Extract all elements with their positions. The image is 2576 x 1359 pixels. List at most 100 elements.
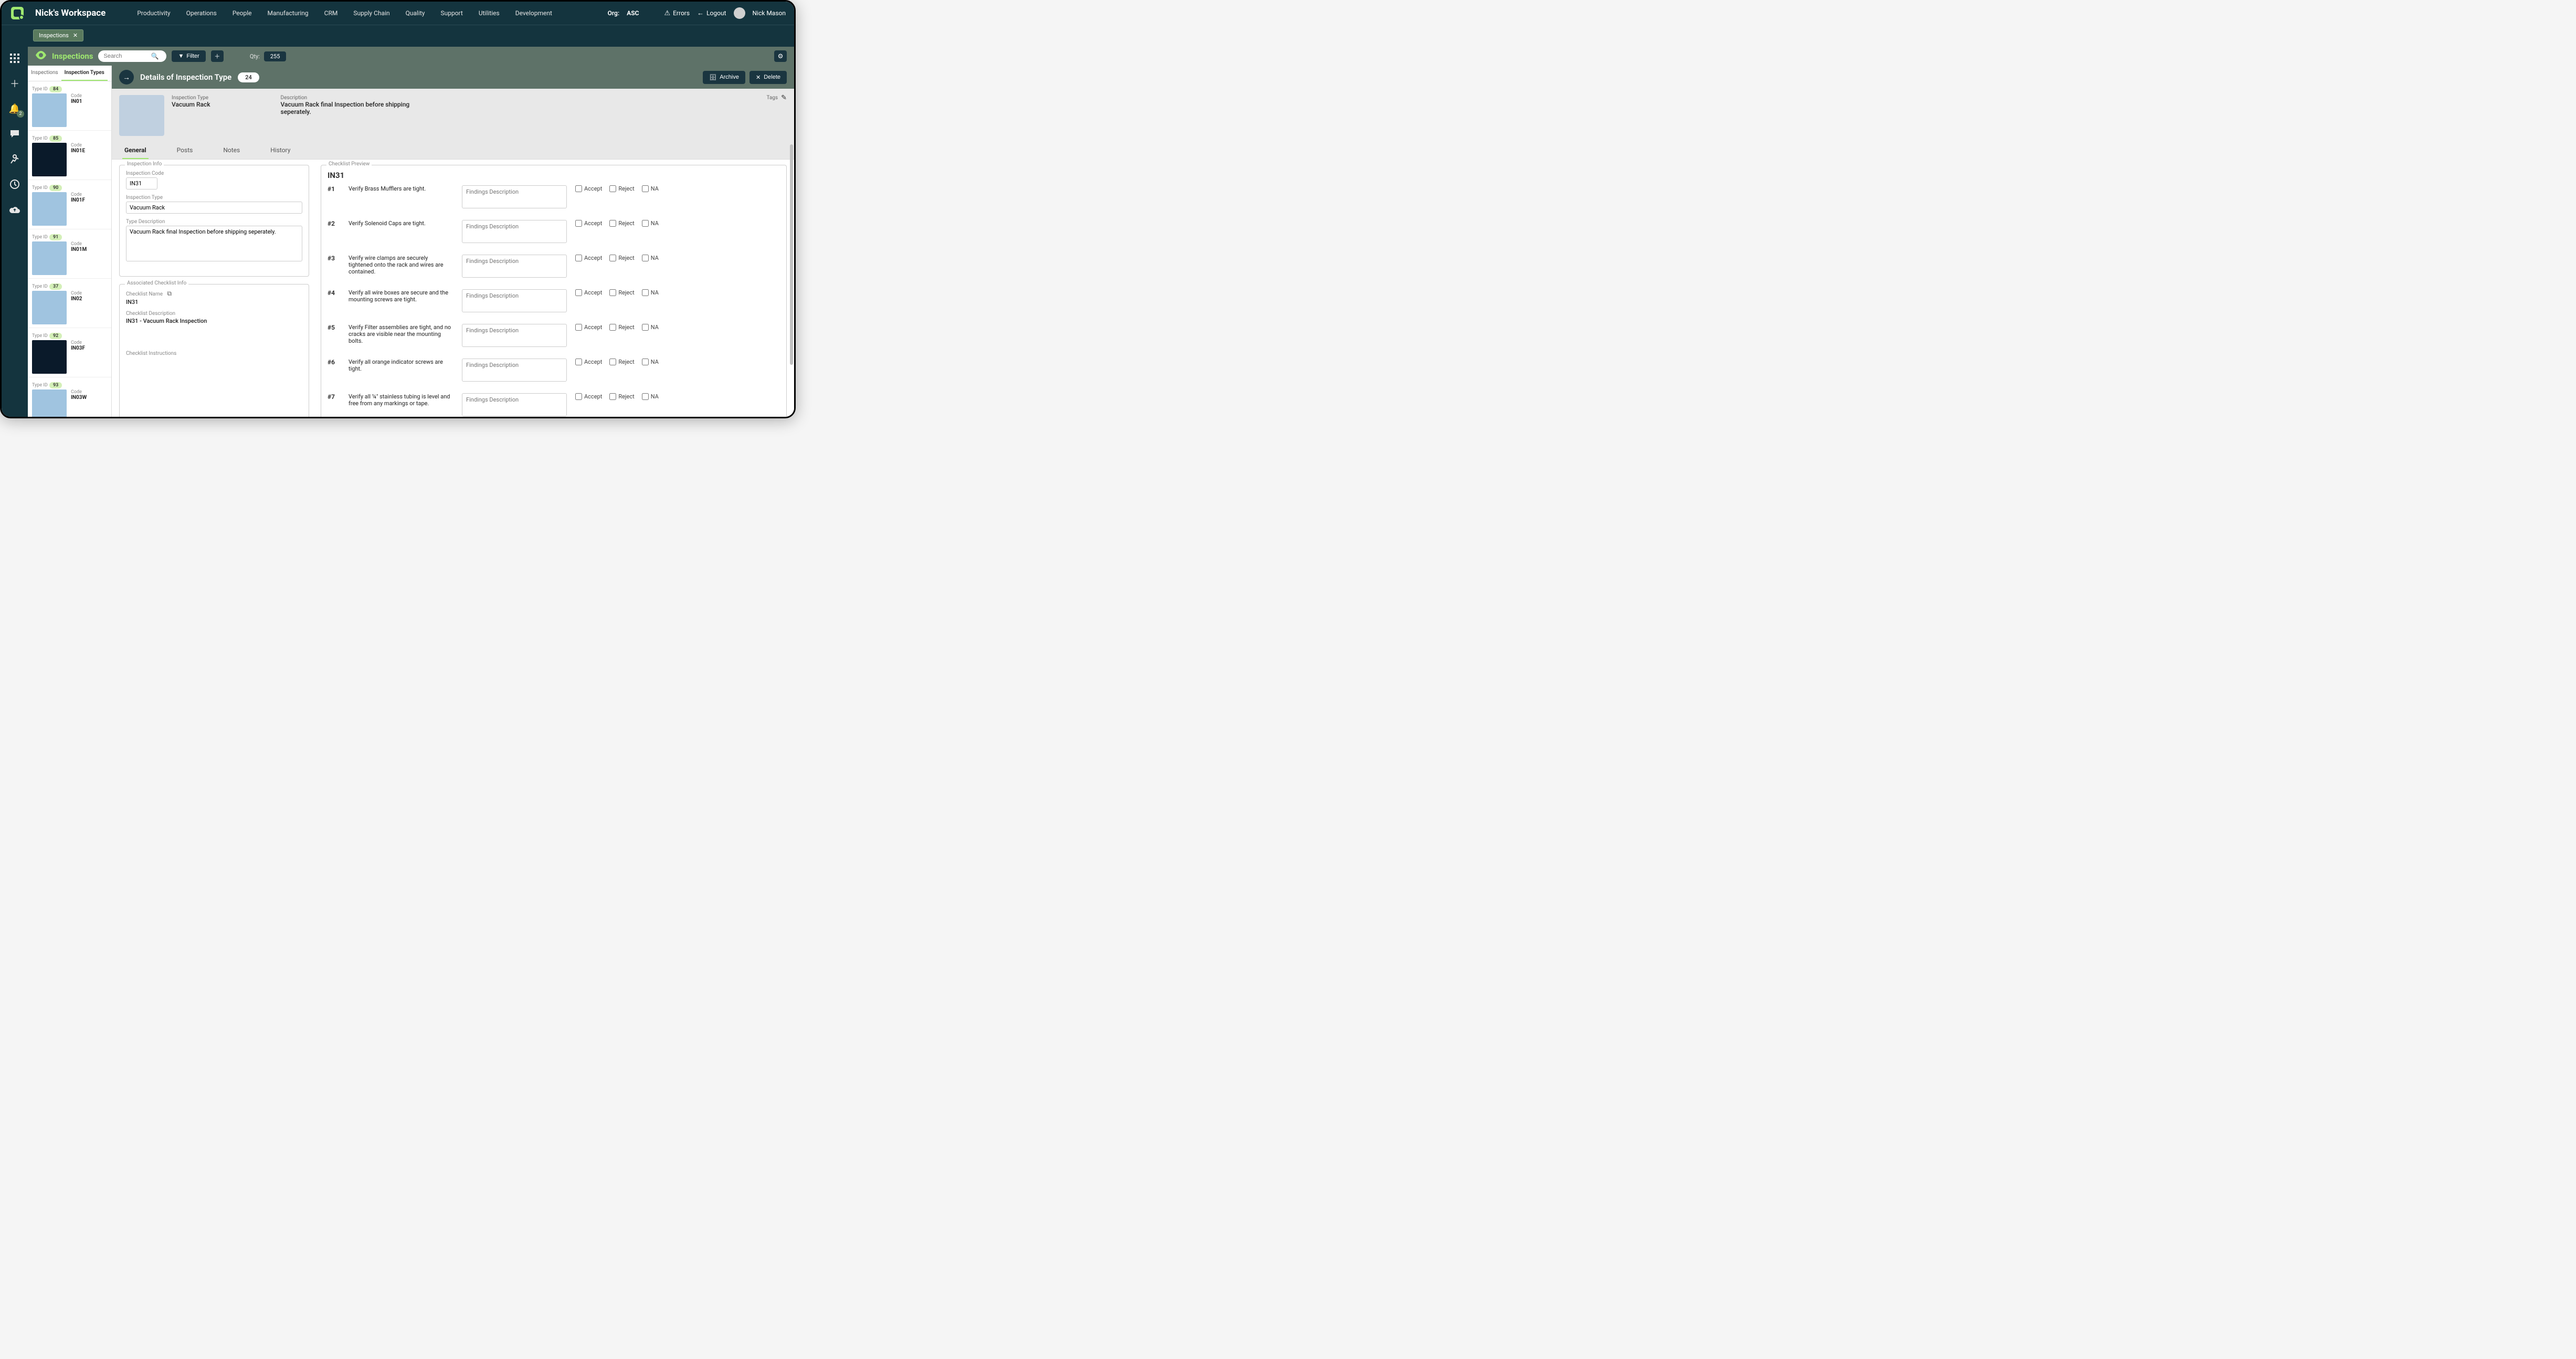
accept-checkbox[interactable] xyxy=(575,289,582,296)
reject-choice[interactable]: Reject xyxy=(609,359,634,365)
app-logo[interactable] xyxy=(10,6,25,20)
subtab-general[interactable]: General xyxy=(122,142,149,159)
delete-button[interactable]: ✕ Delete xyxy=(749,71,787,84)
nav-crm[interactable]: CRM xyxy=(324,9,338,17)
findings-input[interactable] xyxy=(462,289,567,312)
clock-icon[interactable] xyxy=(8,178,21,191)
type-card[interactable]: Type ID 85 Code IN01E xyxy=(28,131,111,180)
add-button[interactable]: ＋ xyxy=(211,50,224,62)
subtab-notes[interactable]: Notes xyxy=(221,142,242,159)
reject-choice[interactable]: Reject xyxy=(609,393,634,400)
na-checkbox[interactable] xyxy=(642,289,649,296)
user-avatar[interactable] xyxy=(734,7,745,19)
na-checkbox[interactable] xyxy=(642,220,649,227)
na-choice[interactable]: NA xyxy=(642,255,659,261)
type-desc-textarea[interactable] xyxy=(126,226,302,261)
nav-manufacturing[interactable]: Manufacturing xyxy=(268,9,309,17)
nav-utilities[interactable]: Utilities xyxy=(479,9,500,17)
accept-checkbox[interactable] xyxy=(575,255,582,261)
type-card[interactable]: Type ID 84 Code IN01 xyxy=(28,81,111,131)
nav-support[interactable]: Support xyxy=(440,9,462,17)
accept-checkbox[interactable] xyxy=(575,359,582,365)
accept-choice[interactable]: Accept xyxy=(575,185,602,192)
reject-choice[interactable]: Reject xyxy=(609,255,634,261)
na-checkbox[interactable] xyxy=(642,393,649,400)
na-choice[interactable]: NA xyxy=(642,393,659,400)
na-checkbox[interactable] xyxy=(642,255,649,261)
findings-input[interactable] xyxy=(462,255,567,278)
nav-quality[interactable]: Quality xyxy=(406,9,425,17)
type-card[interactable]: Type ID 37 Code IN02 xyxy=(28,279,111,328)
reject-checkbox[interactable] xyxy=(609,324,616,331)
apps-grid-icon[interactable] xyxy=(8,52,21,65)
reject-checkbox[interactable] xyxy=(609,289,616,296)
findings-input[interactable] xyxy=(462,185,567,208)
findings-input[interactable] xyxy=(462,220,567,243)
reject-checkbox[interactable] xyxy=(609,359,616,365)
accept-checkbox[interactable] xyxy=(575,324,582,331)
na-choice[interactable]: NA xyxy=(642,289,659,296)
reject-choice[interactable]: Reject xyxy=(609,324,634,331)
subtab-history[interactable]: History xyxy=(268,142,292,159)
type-card[interactable]: Type ID 91 Code IN01M xyxy=(28,229,111,279)
bell-icon[interactable]: 🔔2 xyxy=(8,102,21,115)
accept-choice[interactable]: Accept xyxy=(575,220,602,227)
reject-choice[interactable]: Reject xyxy=(609,185,634,192)
accept-choice[interactable]: Accept xyxy=(575,359,602,365)
reject-checkbox[interactable] xyxy=(609,393,616,400)
filter-button[interactable]: ▼ Filter xyxy=(172,50,205,62)
search-box[interactable]: 🔍 xyxy=(98,50,166,62)
reject-checkbox[interactable] xyxy=(609,255,616,261)
na-choice[interactable]: NA xyxy=(642,185,659,192)
logout-button[interactable]: ← Logout xyxy=(697,9,726,17)
org-value[interactable]: ASC xyxy=(627,9,639,17)
accept-choice[interactable]: Accept xyxy=(575,324,602,331)
close-icon[interactable]: ✕ xyxy=(73,32,78,39)
tab-inspection-types[interactable]: Inspection Types xyxy=(61,66,108,81)
activity-icon[interactable] xyxy=(8,153,21,165)
type-card[interactable]: Type ID 93 Code IN03W xyxy=(28,377,111,418)
findings-input[interactable] xyxy=(462,359,567,382)
open-link-icon[interactable]: ⧉ xyxy=(167,290,172,297)
summary-thumbnail[interactable] xyxy=(119,95,164,136)
nav-development[interactable]: Development xyxy=(515,9,552,17)
reject-choice[interactable]: Reject xyxy=(609,289,634,296)
type-card[interactable]: Type ID 92 Code IN03F xyxy=(28,328,111,377)
tab-inspections-list[interactable]: Inspections xyxy=(28,66,61,81)
archive-button[interactable]: 🗄 Archive xyxy=(703,71,745,84)
accept-choice[interactable]: Accept xyxy=(575,289,602,296)
na-choice[interactable]: NA xyxy=(642,220,659,227)
user-name[interactable]: Nick Mason xyxy=(753,9,786,17)
accept-checkbox[interactable] xyxy=(575,185,582,192)
errors-button[interactable]: ⚠ Errors xyxy=(664,9,690,17)
nav-supply-chain[interactable]: Supply Chain xyxy=(353,9,389,17)
inspection-type-input[interactable] xyxy=(126,202,302,214)
na-checkbox[interactable] xyxy=(642,185,649,192)
cloud-upload-icon[interactable] xyxy=(8,203,21,216)
accept-choice[interactable]: Accept xyxy=(575,393,602,400)
na-checkbox[interactable] xyxy=(642,359,649,365)
findings-input[interactable] xyxy=(462,324,567,347)
nav-people[interactable]: People xyxy=(233,9,252,17)
edit-tags-icon[interactable]: ✎ xyxy=(781,94,787,102)
nav-productivity[interactable]: Productivity xyxy=(137,9,170,17)
settings-button[interactable]: ⚙ xyxy=(774,50,787,62)
reject-choice[interactable]: Reject xyxy=(609,220,634,227)
inspection-code-input[interactable] xyxy=(126,177,157,189)
tab-inspections[interactable]: Inspections ✕ xyxy=(33,29,83,41)
search-icon[interactable]: 🔍 xyxy=(151,52,159,60)
na-choice[interactable]: NA xyxy=(642,324,659,331)
nav-operations[interactable]: Operations xyxy=(186,9,217,17)
accept-checkbox[interactable] xyxy=(575,393,582,400)
reject-checkbox[interactable] xyxy=(609,185,616,192)
subtab-posts[interactable]: Posts xyxy=(175,142,195,159)
na-choice[interactable]: NA xyxy=(642,359,659,365)
accept-choice[interactable]: Accept xyxy=(575,255,602,261)
chat-icon[interactable] xyxy=(8,128,21,140)
accept-checkbox[interactable] xyxy=(575,220,582,227)
reject-checkbox[interactable] xyxy=(609,220,616,227)
type-card[interactable]: Type ID 90 Code IN01F xyxy=(28,180,111,229)
na-checkbox[interactable] xyxy=(642,324,649,331)
back-button[interactable]: → xyxy=(119,70,134,85)
findings-input[interactable] xyxy=(462,393,567,416)
